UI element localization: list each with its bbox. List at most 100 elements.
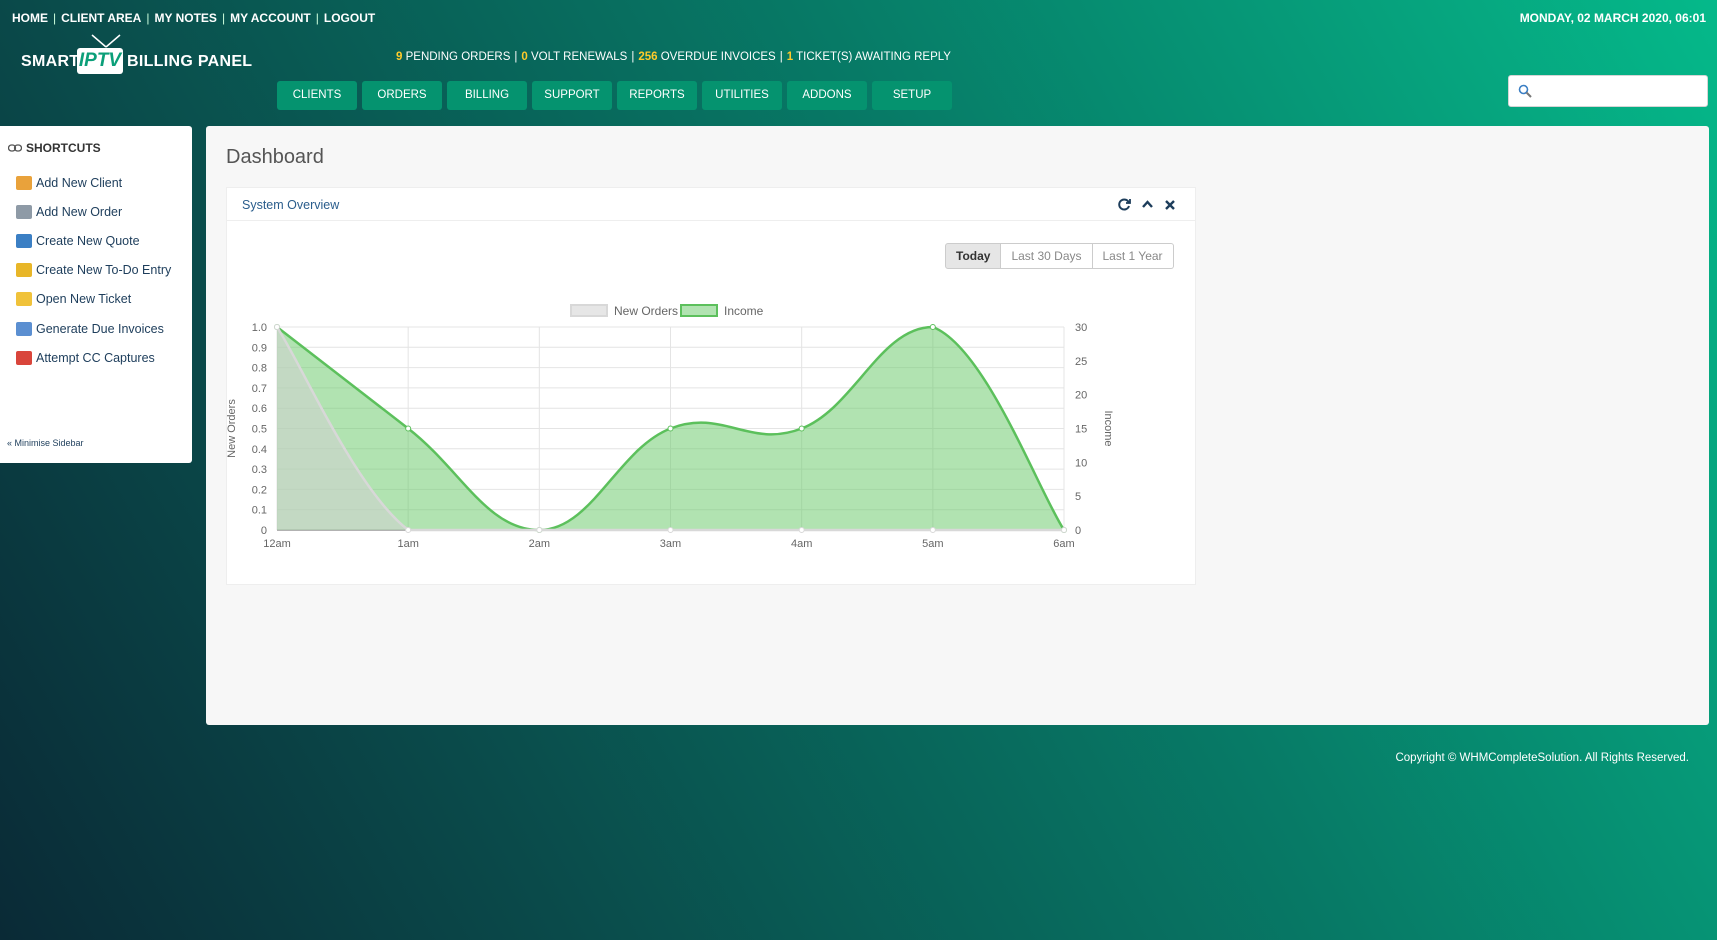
- collapse-icon[interactable]: [1141, 198, 1154, 213]
- shortcuts-heading-label: SHORTCUTS: [26, 141, 101, 155]
- minimise-sidebar-link[interactable]: « Minimise Sidebar: [7, 438, 84, 448]
- y-left-tick-label: 1.0: [252, 322, 267, 334]
- pending-orders-stat[interactable]: 9 PENDING ORDERS: [396, 51, 510, 63]
- add-client-icon: [16, 175, 32, 190]
- y-right-axis-label: Income: [1102, 410, 1114, 446]
- shortcut-create-new-quote[interactable]: Create New Quote: [16, 226, 171, 255]
- x-tick-label: 3am: [660, 538, 681, 550]
- nav-setup[interactable]: SETUP: [872, 81, 952, 110]
- quote-icon: [16, 233, 32, 248]
- logo-billing: BILLING PANEL: [127, 53, 253, 70]
- data-point: [1061, 527, 1067, 533]
- sidebar: SHORTCUTS Add New Client Add New Order C…: [0, 126, 192, 463]
- ticket-icon: [16, 292, 32, 307]
- nav-orders[interactable]: ORDERS: [362, 81, 442, 110]
- x-tick-label: 2am: [529, 538, 550, 550]
- y-left-tick-label: 0.8: [252, 363, 267, 375]
- nav-billing[interactable]: BILLING: [447, 81, 527, 110]
- y-left-tick-label: 0: [261, 525, 267, 537]
- overdue-invoices-stat[interactable]: 256 OVERDUE INVOICES: [638, 51, 775, 63]
- shortcut-add-new-order[interactable]: Add New Order: [16, 197, 171, 226]
- widget-header: System Overview: [227, 188, 1195, 221]
- nav-support[interactable]: SUPPORT: [532, 81, 612, 110]
- cart-icon: [16, 204, 32, 219]
- data-point: [274, 324, 280, 330]
- logout-link[interactable]: LOGOUT: [324, 11, 375, 25]
- data-point: [667, 527, 674, 533]
- x-tick-label: 4am: [791, 538, 812, 550]
- y-right-tick-label: 5: [1075, 491, 1081, 503]
- y-right-tick-label: 25: [1075, 356, 1087, 368]
- footer-copyright: Copyright © WHMCompleteSolution. All Rig…: [1395, 752, 1689, 764]
- logo-smart: SMART: [21, 53, 80, 70]
- system-overview-widget: System Overview Today Last 30 Days Last …: [226, 187, 1196, 585]
- nav-reports[interactable]: REPORTS: [617, 81, 697, 110]
- volt-renewals-stat[interactable]: 0 VOLT RENEWALS: [521, 51, 627, 63]
- close-icon[interactable]: [1164, 199, 1176, 213]
- shortcuts-list: Add New Client Add New Order Create New …: [16, 168, 171, 372]
- legend-label-new-orders: New Orders: [614, 304, 678, 318]
- nav-utilities[interactable]: UTILITIES: [702, 81, 782, 110]
- data-point: [798, 527, 805, 533]
- link-icon: [8, 144, 22, 152]
- y-left-tick-label: 0.6: [252, 403, 267, 415]
- x-tick-label: 6am: [1053, 538, 1074, 550]
- y-right-tick-label: 0: [1075, 525, 1081, 537]
- data-point: [798, 425, 805, 432]
- my-notes-link[interactable]: MY NOTES: [154, 11, 216, 25]
- y-right-tick-label: 10: [1075, 457, 1087, 469]
- current-date: MONDAY, 02 MARCH 2020, 06:01: [1519, 11, 1706, 25]
- nav-addons[interactable]: ADDONS: [787, 81, 867, 110]
- tv-antenna-icon: [91, 34, 121, 48]
- main-panel: Dashboard System Overview Today Last 30 …: [206, 126, 1709, 725]
- nav-clients[interactable]: CLIENTS: [277, 81, 357, 110]
- y-left-tick-label: 0.1: [252, 505, 267, 517]
- shortcut-generate-due-invoices[interactable]: Generate Due Invoices: [16, 314, 171, 343]
- shortcut-attempt-cc-captures[interactable]: Attempt CC Captures: [16, 343, 171, 372]
- y-right-tick-label: 30: [1075, 322, 1087, 334]
- home-link[interactable]: HOME: [12, 11, 48, 25]
- y-left-tick-label: 0.4: [252, 444, 267, 456]
- data-point: [536, 527, 543, 533]
- search-icon: [1518, 84, 1532, 98]
- client-area-link[interactable]: CLIENT AREA: [61, 11, 141, 25]
- system-overview-chart: 0 0.1 0.2 0.3 0.4 0.5 0.6 0.7 0.8 0.9 1.0 0 5 10 15 20 2…: [227, 304, 1114, 550]
- search-input[interactable]: [1537, 80, 1702, 102]
- logo-iptv: IPTV: [77, 48, 123, 74]
- x-tick-label: 5am: [922, 538, 943, 550]
- y-left-axis-label: New Orders: [227, 399, 238, 458]
- shortcut-add-new-client[interactable]: Add New Client: [16, 168, 171, 197]
- y-left-tick-label: 0.2: [252, 484, 267, 496]
- legend-swatch-new-orders: [570, 304, 608, 317]
- data-point: [405, 425, 412, 432]
- cc-icon: [16, 350, 32, 365]
- legend-swatch-income: [680, 304, 718, 317]
- page-title: Dashboard: [226, 146, 324, 168]
- widget-title: System Overview: [242, 198, 340, 212]
- my-account-link[interactable]: MY ACCOUNT: [230, 11, 311, 25]
- y-left-tick-label: 0.9: [252, 342, 267, 354]
- invoice-icon: [16, 321, 32, 336]
- data-point: [929, 527, 936, 533]
- status-bar: 9 PENDING ORDERS | 0 VOLT RENEWALS | 256 OVE…: [396, 51, 951, 63]
- data-point: [405, 527, 412, 533]
- y-right-tick-label: 15: [1075, 424, 1087, 436]
- x-tick-label: 12am: [263, 538, 291, 550]
- x-tick-label: 1am: [397, 538, 418, 550]
- todo-icon: [16, 263, 32, 278]
- logo[interactable]: SMART IPTV BILLING PANEL: [20, 34, 255, 80]
- shortcut-open-new-ticket[interactable]: Open New Ticket: [16, 285, 171, 314]
- search-box[interactable]: [1508, 75, 1708, 107]
- main-nav: CLIENTS ORDERS BILLING SUPPORT REPORTS U…: [277, 81, 952, 110]
- data-point: [667, 425, 674, 432]
- y-right-tick-label: 20: [1075, 390, 1087, 402]
- y-left-tick-label: 0.5: [252, 424, 267, 436]
- top-links: HOME | CLIENT AREA | MY NOTES | MY ACCOUNT | LOG…: [12, 11, 376, 25]
- legend-label-income: Income: [724, 304, 764, 318]
- tickets-stat[interactable]: 1 TICKET(S) AWAITING REPLY: [787, 51, 951, 63]
- shortcut-create-todo[interactable]: Create New To-Do Entry: [16, 256, 171, 285]
- refresh-icon[interactable]: [1118, 198, 1131, 213]
- y-left-tick-label: 0.7: [252, 383, 267, 395]
- y-left-tick-label: 0.3: [252, 464, 267, 476]
- widget-controls: [1118, 198, 1176, 213]
